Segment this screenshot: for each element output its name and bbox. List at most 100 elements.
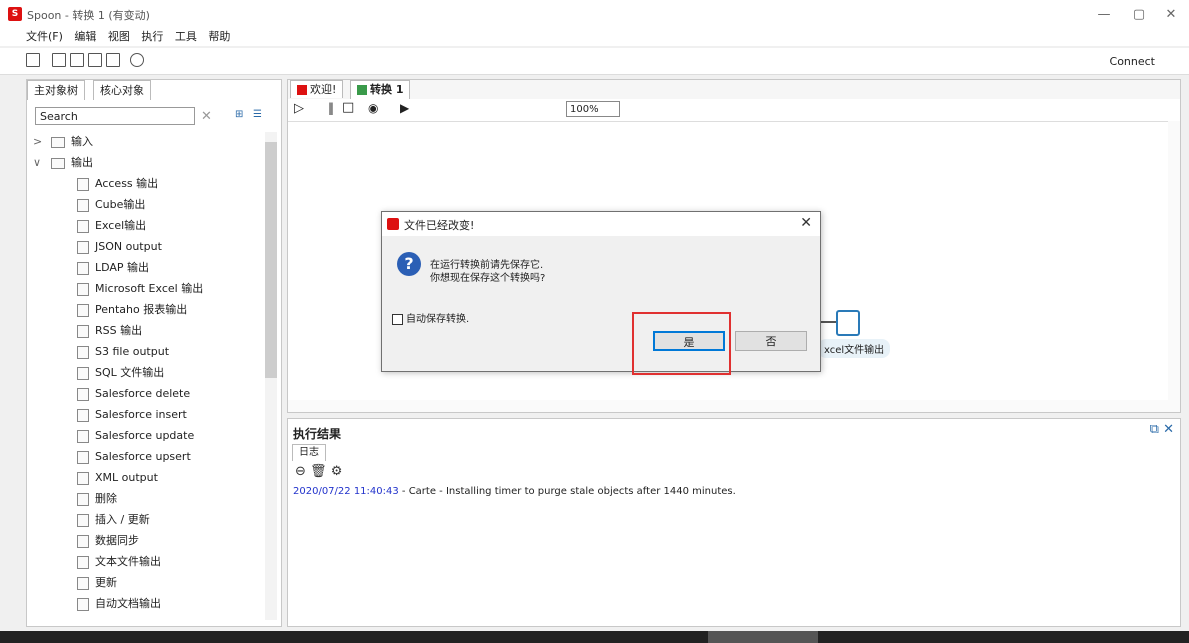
tree-item-label: Excel输出	[95, 219, 147, 232]
taskbar-active-item[interactable]	[708, 631, 818, 643]
tree-item[interactable]: S3 file output	[77, 341, 169, 362]
tree-item[interactable]: RSS 输出	[77, 320, 142, 341]
close-window-button[interactable]: ✕	[1156, 6, 1186, 24]
tree-item[interactable]: Excel输出	[77, 215, 146, 236]
step-type-icon	[77, 282, 89, 296]
tree-item[interactable]: SQL 文件输出	[77, 362, 164, 383]
chevron-down-icon[interactable]: ∨	[33, 152, 51, 173]
step-type-icon	[77, 597, 89, 611]
step-type-icon	[77, 261, 89, 275]
tab-main-object-tree[interactable]: 主对象树	[27, 80, 85, 100]
step-type-icon	[77, 471, 89, 485]
run-icon[interactable]: ▷	[294, 101, 304, 116]
tree-item[interactable]: Microsoft Excel 输出	[77, 278, 203, 299]
left-scrollbar-thumb[interactable]	[265, 142, 277, 378]
step-type-icon	[77, 408, 89, 422]
tree-folder[interactable]: ∨ 输出	[33, 152, 93, 173]
no-button[interactable]: 否	[735, 331, 807, 351]
open-file-icon[interactable]	[52, 53, 66, 67]
title-bar: S Spoon - 转换 1 (有变动) — ▢ ✕	[0, 0, 1189, 30]
maximize-button[interactable]: ▢	[1124, 6, 1154, 24]
menu-tools[interactable]: 工具	[175, 28, 197, 46]
auto-save-checkbox-label: 自动保存转换.	[406, 314, 470, 325]
taskbar	[0, 631, 1189, 643]
menu-view[interactable]: 视图	[108, 28, 130, 46]
stop-icon[interactable]: □	[342, 100, 354, 115]
tree-item[interactable]: 更新	[77, 572, 117, 593]
save-icon[interactable]	[88, 53, 102, 67]
welcome-icon	[297, 85, 307, 95]
execution-results-panel: 执行结果 ⧉ ✕ 日志 ⊖ 🗑 ⚙ 2020/07/22 11:40:43 - …	[287, 418, 1181, 627]
step-type-icon	[77, 366, 89, 380]
tree-item-label: 自动文档输出	[95, 597, 161, 610]
maximize-results-icon[interactable]: ⧉	[1150, 422, 1159, 437]
layers-icon[interactable]	[130, 53, 144, 67]
execution-results-title: 执行结果	[293, 427, 342, 441]
menu-help[interactable]: 帮助	[208, 28, 230, 46]
close-results-icon[interactable]: ✕	[1163, 422, 1174, 437]
tree-item[interactable]: Salesforce delete	[77, 383, 190, 404]
collapse-all-icon[interactable]: ☰	[253, 109, 262, 120]
tree-item[interactable]: Salesforce insert	[77, 404, 187, 425]
log-settings-icon[interactable]: ⚙	[331, 464, 343, 479]
tree-item-label: RSS 输出	[95, 324, 143, 337]
step-type-icon	[77, 492, 89, 506]
tree-item[interactable]: 数据同步	[77, 530, 139, 551]
file-changed-dialog: 文件已经改变! ✕ ? 在运行转换前请先保存它. 你想现在保存这个转换吗? 自动…	[381, 211, 821, 372]
tree-item[interactable]: LDAP 输出	[77, 257, 149, 278]
menu-file[interactable]: 文件(F)	[26, 28, 63, 46]
clear-log-icon[interactable]: ⊖	[295, 464, 306, 479]
search-input[interactable]: Search	[35, 107, 195, 125]
zoom-select[interactable]: 100%	[566, 101, 620, 117]
menu-edit[interactable]: 编辑	[74, 28, 96, 46]
tree-item[interactable]: 自动文档输出	[77, 593, 161, 614]
tree-folder[interactable]: > 输入	[33, 131, 93, 152]
minimize-button[interactable]: —	[1089, 6, 1119, 24]
tab-core-objects[interactable]: 核心对象	[93, 80, 151, 100]
tab-log[interactable]: 日志	[292, 444, 326, 461]
step-type-icon	[77, 555, 89, 569]
tree-item-label: Salesforce delete	[95, 387, 191, 400]
left-scrollbar[interactable]	[265, 132, 277, 620]
tree-item-label: LDAP 输出	[95, 261, 150, 274]
step-type-icon	[77, 576, 89, 590]
pause-icon[interactable]: ‖	[328, 101, 334, 115]
auto-save-checkbox[interactable]: 自动保存转换.	[392, 310, 469, 325]
step-type-icon	[77, 219, 89, 233]
auto-save-checkbox-box[interactable]	[392, 313, 403, 325]
preview-icon[interactable]: ◉	[368, 101, 378, 115]
tree-item[interactable]: 插入 / 更新	[77, 509, 150, 530]
excel-output-step-icon[interactable]	[836, 310, 860, 336]
menu-run[interactable]: 执行	[141, 28, 163, 46]
chevron-right-icon[interactable]: >	[33, 131, 51, 152]
tree-item[interactable]: JSON output	[77, 236, 162, 257]
menu-bar: 文件(F) 编辑 视图 执行 工具 帮助	[0, 28, 1189, 46]
tree-item[interactable]: 文本文件输出	[77, 551, 161, 572]
dialog-message-line2: 你想现在保存这个转换吗?	[430, 273, 546, 284]
connect-button[interactable]: Connect	[1110, 55, 1155, 68]
tree-item[interactable]: XML output	[77, 467, 158, 488]
tree-item-label: Salesforce upsert	[95, 450, 191, 463]
debug-icon[interactable]: ▶	[400, 101, 409, 115]
delete-log-icon[interactable]: 🗑	[310, 464, 327, 479]
tree-item[interactable]: 删除	[77, 488, 117, 509]
tab-transformation-label: 转换 1	[370, 83, 404, 96]
tree-item[interactable]: Salesforce update	[77, 425, 194, 446]
clear-search-icon[interactable]: ✕	[201, 109, 212, 124]
excel-output-step-label[interactable]: xcel文件输出	[818, 339, 891, 358]
save-as-icon[interactable]	[106, 53, 120, 67]
dialog-close-button[interactable]: ✕	[800, 215, 812, 231]
tab-transformation[interactable]: 转换 1	[350, 80, 411, 99]
tree-item[interactable]: Pentaho 报表输出	[77, 299, 187, 320]
tree-item[interactable]: Salesforce upsert	[77, 446, 191, 467]
canvas-vertical-scrollbar[interactable]	[1168, 121, 1180, 402]
dialog-logo-icon	[387, 218, 399, 230]
tab-welcome[interactable]: 欢迎!	[290, 80, 344, 98]
annotation-highlight-box	[632, 312, 731, 375]
new-file-icon[interactable]	[26, 53, 40, 67]
tree-item[interactable]: Access 输出	[77, 173, 158, 194]
expand-all-icon[interactable]: ⊞	[235, 109, 243, 120]
tree-item[interactable]: Cube输出	[77, 194, 145, 215]
explore-repository-icon[interactable]	[70, 53, 84, 67]
canvas-horizontal-scrollbar[interactable]	[288, 400, 1180, 412]
